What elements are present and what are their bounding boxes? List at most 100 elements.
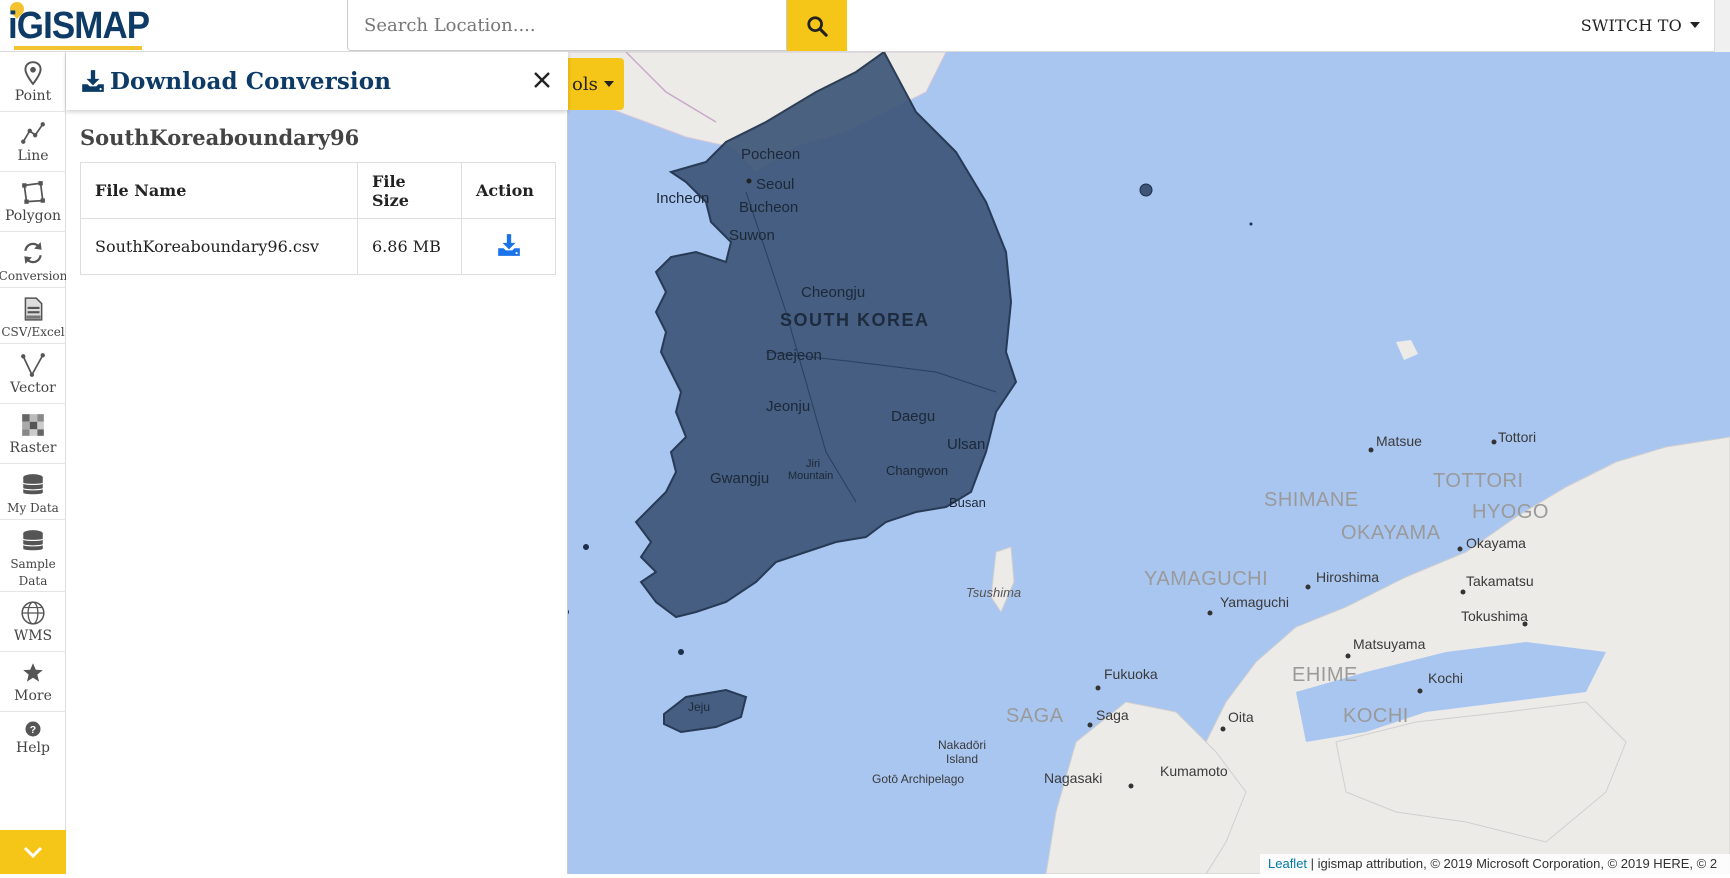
csv-file-icon [24, 297, 43, 321]
tool-label: More [14, 688, 52, 704]
map-label-jeju: Jeju [688, 700, 711, 714]
map-label-seoul: Seoul [756, 176, 795, 193]
map-label-matsuyama: Matsuyama [1353, 636, 1426, 652]
tsushima-island [990, 546, 1015, 614]
tool-more[interactable]: More [0, 652, 66, 712]
tool-label: CSV/Excel [1, 325, 65, 339]
tool-label: Vector [10, 380, 56, 396]
map-pin-icon [24, 61, 42, 86]
map-label-tottori-city: Tottori [1498, 429, 1537, 445]
tool-conversion[interactable]: Conversion [0, 232, 68, 288]
database-icon [22, 530, 44, 551]
map-label-tsushima: Tsushima [966, 585, 1022, 600]
map-label-changwon: Changwon [886, 463, 949, 478]
map-label-cheongju: Cheongju [801, 284, 866, 301]
file-size-cell: 6.86 MB [357, 218, 462, 275]
map-label-hyogo: HYOGO [1472, 501, 1549, 523]
table-row: SouthKoreaboundary96.csv 6.86 MB [80, 218, 556, 275]
map-label-ehime: EHIME [1292, 664, 1358, 686]
map-label-saga-pref: SAGA [1006, 705, 1064, 727]
tool-point[interactable]: Point [0, 52, 66, 112]
tool-label: Line [17, 148, 49, 164]
tool-label: WMS [13, 628, 53, 644]
map-label-mountain: Mountain [788, 470, 834, 482]
database-icon [22, 474, 44, 495]
map-label-kochi: Kochi [1428, 670, 1464, 686]
panel-title: Download Conversion [110, 67, 392, 95]
tool-label: Raster [9, 440, 57, 456]
map-tools-dropdown[interactable]: ols [566, 58, 624, 110]
star-icon [23, 663, 43, 682]
igismap-logo[interactable]: iGISMAP [7, 0, 161, 50]
map-label-fukuoka: Fukuoka [1104, 666, 1158, 682]
map-label-saga: Saga [1096, 707, 1129, 723]
chevron-down-icon [23, 846, 43, 859]
map-label-pocheon: Pocheon [741, 146, 801, 163]
map-label-busan: Busan [949, 495, 986, 510]
map-label-nagasaki: Nagasaki [1044, 770, 1103, 786]
leaflet-link[interactable]: Leaflet [1268, 856, 1307, 871]
chevron-down-icon [603, 81, 614, 87]
tool-wms[interactable]: WMS [0, 592, 66, 652]
tool-sample-data[interactable]: Sample Data [0, 520, 66, 592]
tool-my-data[interactable]: My Data [0, 464, 66, 520]
collapse-tools-button[interactable] [0, 830, 66, 874]
tools-sidebar: Point Line Polygon Conversion CSV/Excel … [0, 52, 68, 874]
action-cell [461, 218, 556, 275]
logo-text: iGISMAP [8, 4, 150, 47]
ulleung-island [1139, 183, 1153, 197]
map-label-jiri: Jiri [806, 458, 821, 470]
map-label-yamaguchi: Yamaguchi [1220, 594, 1290, 610]
polygon-icon [22, 181, 45, 204]
map-label-okayama-pref: OKAYAMA [1341, 522, 1441, 544]
panel-header: Download Conversion [66, 52, 568, 110]
map-label-tottori: TOTTORI [1433, 470, 1524, 492]
tool-label: Sample Data [10, 557, 56, 588]
map-label-daegu: Daegu [891, 408, 936, 425]
close-icon [534, 72, 550, 88]
tool-help[interactable]: ? Help [0, 712, 66, 764]
tool-label: Polygon [4, 208, 62, 224]
map-label-matsue: Matsue [1376, 433, 1422, 449]
search-location-input[interactable] [347, 0, 787, 51]
map-label-south-korea: SOUTH KOREA [780, 310, 930, 330]
map-label-tokushima: Tokushima [1461, 608, 1528, 624]
download-file-button[interactable] [496, 232, 522, 258]
column-header-file-size: File Size [357, 162, 462, 219]
map-label-goto: Gotō Archipelago [872, 772, 965, 786]
dataset-name: SouthKoreaboundary96 [80, 125, 360, 150]
map-label-ulsan: Ulsan [947, 436, 986, 453]
svg-text:?: ? [30, 724, 36, 736]
switch-to-label: SWITCH TO [1580, 15, 1682, 35]
map-label-kochi-pref: KOCHI [1343, 705, 1409, 727]
map-label-gwangju: Gwangju [710, 470, 770, 487]
tool-polygon[interactable]: Polygon [0, 172, 66, 232]
tool-vector[interactable]: Vector [0, 344, 66, 404]
tool-label: My Data [7, 501, 59, 515]
column-header-action: Action [461, 162, 556, 219]
close-panel-button[interactable] [528, 66, 556, 94]
tool-label: Conversion [0, 269, 68, 283]
page-scrollbar[interactable] [1714, 0, 1730, 52]
switch-to-dropdown[interactable]: SWITCH TO [1581, 0, 1700, 50]
polyline-icon [21, 122, 45, 144]
raster-icon [22, 414, 44, 436]
conversion-icon [24, 242, 42, 264]
tool-label: Point [14, 88, 52, 104]
map-label-jeonju: Jeonju [766, 398, 811, 415]
map-label-oita: Oita [1228, 709, 1254, 725]
map-label-kumamoto: Kumamoto [1160, 763, 1228, 779]
download-conversion-panel: Download Conversion SouthKoreaboundary96… [66, 52, 568, 874]
chevron-down-icon [1690, 22, 1700, 28]
tool-csv-excel[interactable]: CSV/Excel [0, 288, 66, 344]
map-label-okayama: Okayama [1466, 535, 1526, 551]
map-label-island: Island [946, 752, 979, 766]
tool-line[interactable]: Line [0, 112, 66, 172]
wms-globe-icon [21, 601, 45, 625]
map-label-yamaguchi-pref: YAMAGUCHI [1144, 568, 1269, 590]
logo-underline [14, 46, 142, 50]
tool-raster[interactable]: Raster [0, 404, 66, 464]
tool-label: Help [16, 740, 50, 756]
map-label-suwon: Suwon [729, 227, 775, 244]
search-button[interactable] [787, 0, 847, 51]
